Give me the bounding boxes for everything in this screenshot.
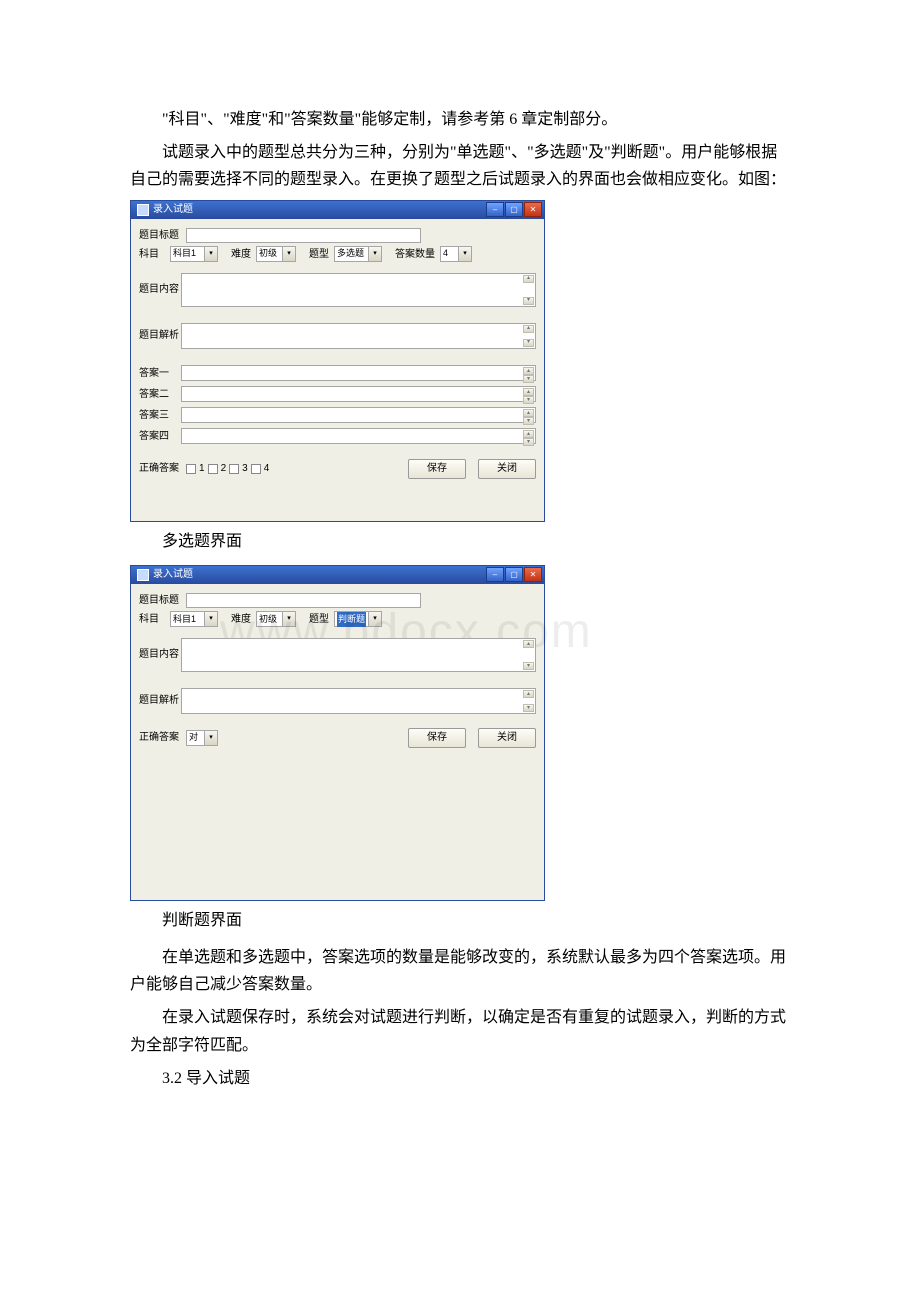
close-button[interactable]: 关闭 (478, 728, 536, 748)
label-ans-count: 答案数量 (395, 246, 435, 263)
maximize-button[interactable]: ▢ (505, 202, 523, 217)
label-type: 题型 (309, 611, 329, 628)
answer3-input[interactable]: ▴▾ (181, 407, 536, 423)
title-input[interactable] (186, 228, 421, 243)
checkbox-1[interactable] (186, 464, 196, 474)
close-window-button[interactable]: ✕ (524, 202, 542, 217)
paragraph-customization-note: "科目"、"难度"和"答案数量"能够定制，请参考第 6 章定制部分。 (130, 106, 790, 133)
subject-select[interactable]: 科目1▾ (170, 246, 218, 262)
answer2-input[interactable]: ▴▾ (181, 386, 536, 402)
minimize-button[interactable]: – (486, 202, 504, 217)
difficulty-select[interactable]: 初级▾ (256, 246, 296, 262)
checkbox-1-label: 1 (199, 460, 205, 477)
window-multi-title: 录入试题 (153, 201, 193, 218)
label-ans4: 答案四 (139, 428, 181, 445)
checkbox-3-label: 3 (242, 460, 248, 477)
label-correct: 正确答案 (139, 460, 181, 477)
label-subject: 科目 (139, 611, 165, 628)
type-select[interactable]: 多选题▾ (334, 246, 382, 262)
minimize-button[interactable]: – (486, 567, 504, 582)
caption-judge: 判断题界面 (130, 907, 790, 934)
type-select[interactable]: 判断题▾ (334, 611, 382, 627)
label-subject: 科目 (139, 246, 165, 263)
label-difficulty: 难度 (231, 611, 251, 628)
chevron-down-icon: ▾ (458, 247, 471, 261)
label-content: 题目内容 (139, 281, 181, 298)
chevron-down-icon: ▾ (368, 612, 381, 626)
paragraph-question-types: 试题录入中的题型总共分为三种，分别为"单选题"、"多选题"及"判断题"。用户能够… (130, 139, 790, 193)
label-ans1: 答案一 (139, 365, 181, 382)
answer4-input[interactable]: ▴▾ (181, 428, 536, 444)
save-button[interactable]: 保存 (408, 459, 466, 479)
chevron-down-icon: ▾ (282, 247, 295, 261)
correct-answer-select[interactable]: 对▾ (186, 730, 218, 746)
analysis-textarea[interactable]: ▴▾ (181, 688, 536, 714)
label-analysis: 题目解析 (139, 692, 181, 709)
checkbox-4-label: 4 (264, 460, 270, 477)
window-judge-titlebar[interactable]: 录入试题 – ▢ ✕ (131, 566, 544, 584)
checkbox-2-label: 2 (221, 460, 227, 477)
window-judge: 录入试题 – ▢ ✕ 题目标题 科目 科目1▾ 难度 初级▾ (130, 565, 545, 901)
paragraph-dup-check: 在录入试题保存时，系统会对试题进行判断，以确定是否有重复的试题录入，判断的方式为… (130, 1004, 790, 1058)
caption-multi-choice: 多选题界面 (130, 528, 790, 555)
chevron-down-icon: ▾ (368, 247, 381, 261)
section-3-2-heading: 3.2 导入试题 (130, 1065, 790, 1092)
analysis-textarea[interactable]: ▴▾ (181, 323, 536, 349)
close-button[interactable]: 关闭 (478, 459, 536, 479)
window-multi-choice: 录入试题 – ▢ ✕ 题目标题 科目 科目1▾ 难度 初级▾ 题型 多选题▾ 答… (130, 200, 545, 522)
subject-select[interactable]: 科目1▾ (170, 611, 218, 627)
label-ans2: 答案二 (139, 386, 181, 403)
maximize-button[interactable]: ▢ (505, 567, 523, 582)
label-content: 题目内容 (139, 646, 181, 663)
document-page: "科目"、"难度"和"答案数量"能够定制，请参考第 6 章定制部分。 试题录入中… (0, 0, 920, 1302)
chevron-down-icon: ▾ (204, 731, 217, 745)
content-textarea[interactable]: ▴▾ (181, 273, 536, 307)
label-type: 题型 (309, 246, 329, 263)
label-title: 题目标题 (139, 592, 181, 609)
correct-answer-checkbox-group: 1 2 3 4 (186, 460, 269, 477)
checkbox-2[interactable] (208, 464, 218, 474)
close-window-button[interactable]: ✕ (524, 567, 542, 582)
paragraph-answer-count: 在单选题和多选题中，答案选项的数量是能够改变的，系统默认最多为四个答案选项。用户… (130, 944, 790, 998)
answer1-input[interactable]: ▴▾ (181, 365, 536, 381)
label-correct: 正确答案 (139, 729, 181, 746)
content-textarea[interactable]: ▴▾ (181, 638, 536, 672)
chevron-down-icon: ▾ (282, 612, 295, 626)
window-icon (137, 204, 149, 216)
chevron-down-icon: ▾ (204, 612, 217, 626)
checkbox-3[interactable] (229, 464, 239, 474)
title-input[interactable] (186, 593, 421, 608)
window-judge-title: 录入试题 (153, 566, 193, 583)
save-button[interactable]: 保存 (408, 728, 466, 748)
difficulty-select[interactable]: 初级▾ (256, 611, 296, 627)
label-analysis: 题目解析 (139, 327, 181, 344)
checkbox-4[interactable] (251, 464, 261, 474)
window-icon (137, 569, 149, 581)
label-ans3: 答案三 (139, 407, 181, 424)
window-multi-titlebar[interactable]: 录入试题 – ▢ ✕ (131, 201, 544, 219)
chevron-down-icon: ▾ (204, 247, 217, 261)
label-title: 题目标题 (139, 227, 181, 244)
ans-count-select[interactable]: 4▾ (440, 246, 472, 262)
label-difficulty: 难度 (231, 246, 251, 263)
